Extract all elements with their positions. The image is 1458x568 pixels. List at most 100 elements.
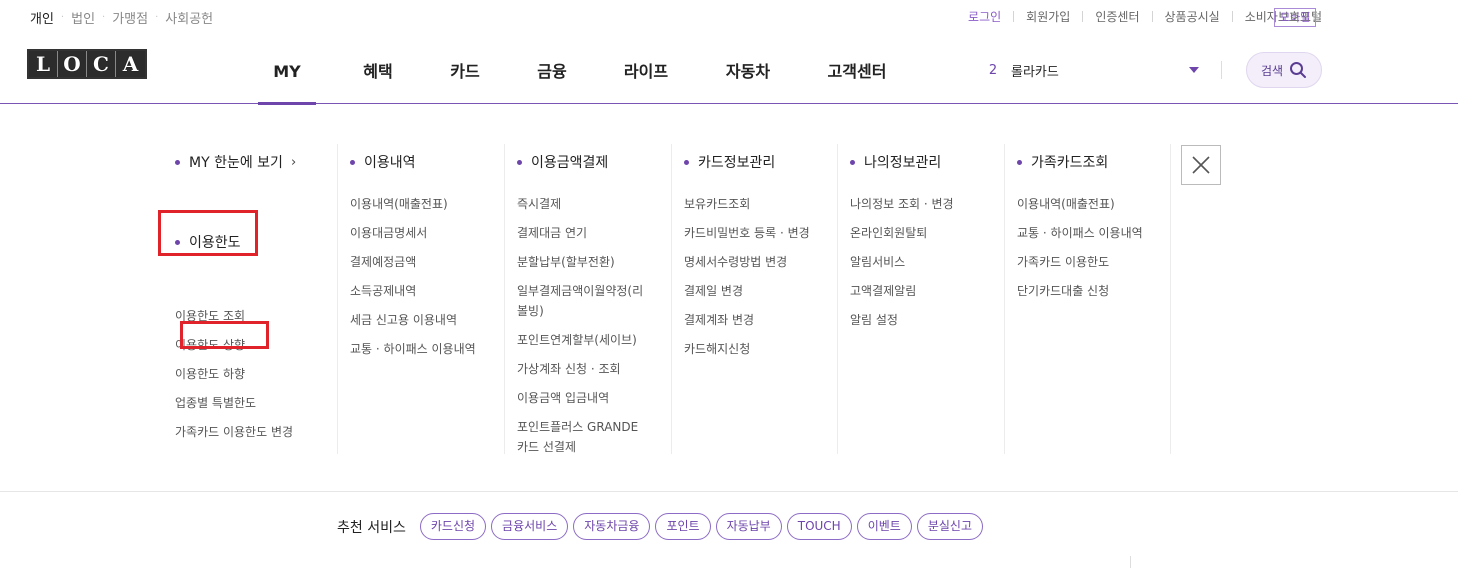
divider (1170, 144, 1171, 454)
menu-title-usage[interactable]: 이용내역 (350, 152, 416, 172)
menu-title-payment[interactable]: 이용금액결제 (517, 152, 608, 172)
menu-item[interactable]: 포인트연계할부(세이브) (517, 330, 669, 350)
main-header: L O C A MY 혜택 카드 금융 라이프 자동차 고객센터 2 롤라카드 … (0, 34, 1458, 105)
customer-segment-nav: 개인 · 법인 · 가맹점 · 사회공헌 (30, 8, 213, 27)
menu-title-label: 이용내역 (364, 155, 416, 171)
chip-card-apply[interactable]: 카드신청 (419, 513, 487, 540)
menu-item[interactable]: 일부결제금액이월약정(리볼빙) (517, 281, 647, 321)
menu-item[interactable]: 이용대금명세서 (350, 223, 502, 243)
menu-title-my-overview[interactable]: MY 한눈에 보기 › (175, 152, 296, 172)
menu-title-label: 나의정보관리 (864, 155, 942, 171)
chip-point[interactable]: 포인트 (655, 513, 711, 540)
menu-title-my-info[interactable]: 나의정보관리 (850, 152, 941, 172)
chip-auto-pay[interactable]: 자동납부 (715, 513, 782, 540)
gnb-customer-center[interactable]: 고객센터 (822, 34, 892, 104)
payment-submenu: 즉시결제 결제대금 연기 분할납부(할부전환) 일부결제금액이월약정(리볼빙) … (517, 194, 669, 466)
my-info-submenu: 나의정보 조회 · 변경 온라인회원탈퇴 알림서비스 고액결제알림 알림 설정 (850, 194, 1002, 339)
product-disclosure-link[interactable]: 상품공시실 (1165, 8, 1220, 25)
bullet-dot (175, 159, 180, 165)
chip-finance-service[interactable]: 금융서비스 (491, 513, 569, 540)
search-icon (1290, 62, 1307, 78)
search-button[interactable]: 검색 (1246, 52, 1322, 88)
menu-item[interactable]: 포인트플러스 GRANDE카드 선결제 (517, 417, 647, 457)
segment-corporate[interactable]: 법인 (71, 8, 95, 27)
menu-item[interactable]: 고액결제알림 (850, 281, 1002, 301)
recommended-label: 추천 서비스 (337, 519, 406, 536)
site-logo[interactable]: L O C A (27, 49, 147, 79)
menu-item[interactable]: 온라인회원탈퇴 (850, 223, 1002, 243)
menu-item[interactable]: 알림 설정 (850, 310, 1002, 330)
gnb-life[interactable]: 라이프 (618, 34, 674, 104)
menu-item[interactable]: 결제일 변경 (684, 281, 836, 301)
menu-item[interactable]: 보유카드조회 (684, 194, 836, 214)
divider (1221, 61, 1222, 79)
divider (1082, 11, 1084, 22)
divider (1231, 11, 1233, 22)
highlight-box (158, 210, 258, 256)
card-selector[interactable]: 2 롤라카드 (975, 58, 1205, 82)
menu-item[interactable]: 이용내역(매출전표) (350, 194, 502, 214)
segment-social[interactable]: 사회공헌 (165, 8, 213, 27)
chip-touch[interactable]: TOUCH (786, 513, 852, 540)
menu-item[interactable]: 교통 · 하이패스 이용내역 (1017, 223, 1169, 243)
chip-lost-report[interactable]: 분실신고 (916, 513, 983, 540)
auth-center-link[interactable]: 인증센터 (1095, 8, 1139, 25)
separator-dot: · (102, 12, 106, 23)
usage-submenu: 이용내역(매출전표) 이용대금명세서 결제예정금액 소득공제내역 세금 신고용 … (350, 194, 502, 368)
separator-dot: · (60, 12, 65, 23)
menu-item[interactable]: 결제대금 연기 (517, 223, 669, 243)
logo-letter: O (58, 51, 87, 77)
card-count: 2 (988, 62, 998, 78)
menu-title-label: 가족카드조회 (1031, 155, 1109, 171)
top-utility-bar: 개인 · 법인 · 가맹점 · 사회공헌 로그인 회원가입 인증센터 상품공시실… (0, 0, 1458, 34)
menu-item[interactable]: 세금 신고용 이용내역 (350, 310, 502, 330)
signup-link[interactable]: 회원가입 (1026, 8, 1070, 25)
chip-car-finance[interactable]: 자동차금융 (573, 513, 651, 540)
menu-item[interactable]: 나의정보 조회 · 변경 (850, 194, 1002, 214)
card-info-submenu: 보유카드조회 카드비밀번호 등록 · 변경 명세서수령방법 변경 결제일 변경 … (684, 194, 836, 368)
bullet-dot (850, 159, 855, 165)
gnb-finance[interactable]: 금융 (531, 34, 573, 104)
highlight-box (180, 321, 269, 349)
menu-item[interactable]: 카드해지신청 (684, 339, 836, 359)
menu-title-family-card[interactable]: 가족카드조회 (1017, 152, 1108, 172)
menu-item[interactable]: 소득공제내역 (350, 281, 502, 301)
gnb-my[interactable]: MY (258, 34, 316, 105)
segment-personal[interactable]: 개인 (30, 8, 54, 27)
menu-item[interactable]: 교통 · 하이패스 이용내역 (350, 339, 502, 359)
login-link[interactable]: 로그인 (968, 8, 1001, 25)
menu-item[interactable]: 결제예정금액 (350, 252, 502, 272)
gnb-car[interactable]: 자동차 (720, 34, 776, 104)
menu-item[interactable]: 결제계좌 변경 (684, 310, 836, 330)
menu-col-payment: 이용금액결제 즉시결제 결제대금 연기 분할납부(할부전환) 일부결제금액이월약… (504, 144, 670, 454)
family-card-submenu: 이용내역(매출전표) 교통 · 하이패스 이용내역 가족카드 이용한도 단기카드… (1017, 194, 1169, 310)
menu-item[interactable]: 가상계좌 신청 · 조회 (517, 359, 669, 379)
menu-item[interactable]: 가족카드 이용한도 (1017, 252, 1169, 272)
chevron-right-icon: › (290, 154, 297, 170)
chip-event[interactable]: 이벤트 (856, 513, 912, 540)
menu-item[interactable]: 카드비밀번호 등록 · 변경 (684, 223, 836, 243)
menu-item[interactable]: 알림서비스 (850, 252, 1002, 272)
menu-item-special-limit[interactable]: 업종별 특별한도 (175, 393, 327, 413)
menu-title-card-info[interactable]: 카드정보관리 (684, 152, 775, 172)
close-menu-button[interactable] (1181, 145, 1221, 185)
gnb-card[interactable]: 카드 (444, 34, 486, 104)
global-nav: MY 혜택 카드 금융 라이프 자동차 고객센터 (258, 34, 892, 105)
menu-item[interactable]: 이용내역(매출전표) (1017, 194, 1169, 214)
utility-links: 로그인 회원가입 인증센터 상품공시실 소비자보호포털 (968, 8, 1322, 25)
menu-item-family-limit-change[interactable]: 가족카드 이용한도 변경 (175, 422, 327, 442)
menu-item[interactable]: 단기카드대출 신청 (1017, 281, 1169, 301)
menu-col-family-card: 가족카드조회 이용내역(매출전표) 교통 · 하이패스 이용내역 가족카드 이용… (1004, 144, 1170, 454)
gnb-benefits[interactable]: 혜택 (357, 34, 399, 104)
mobile-button[interactable]: 모바일 (1274, 8, 1317, 27)
menu-item-limit-decrease[interactable]: 이용한도 하향 (175, 364, 327, 384)
menu-item[interactable]: 이용금액 입금내역 (517, 388, 669, 408)
menu-item[interactable]: 분할납부(할부전환) (517, 252, 669, 272)
segment-merchant[interactable]: 가맹점 (112, 8, 148, 27)
logo-letter: C (87, 51, 116, 77)
menu-item[interactable]: 명세서수령방법 변경 (684, 252, 836, 272)
separator-dot: · (155, 12, 159, 23)
menu-title-label: MY 한눈에 보기 (189, 155, 283, 171)
menu-item[interactable]: 즉시결제 (517, 194, 669, 214)
menu-col-my-overview: MY 한눈에 보기 › 이용한도 이용한도 조회 이용한도 상향 이용한도 하향… (163, 144, 329, 454)
